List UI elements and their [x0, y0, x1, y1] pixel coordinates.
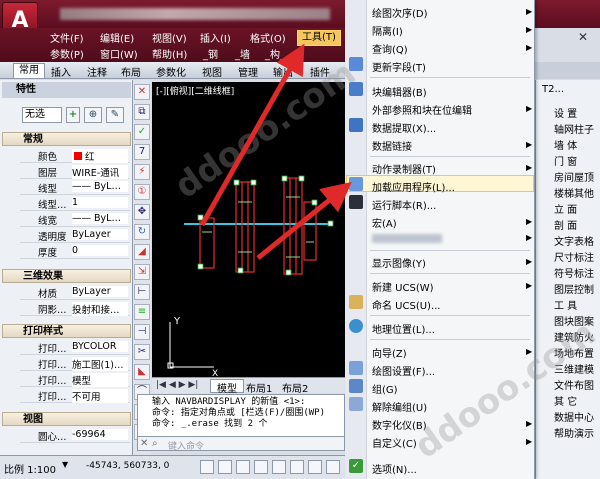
annotation-arrows — [199, 43, 352, 260]
arrow-to-load-application — [256, 181, 352, 260]
arrow-to-tools-menu — [199, 43, 305, 227]
